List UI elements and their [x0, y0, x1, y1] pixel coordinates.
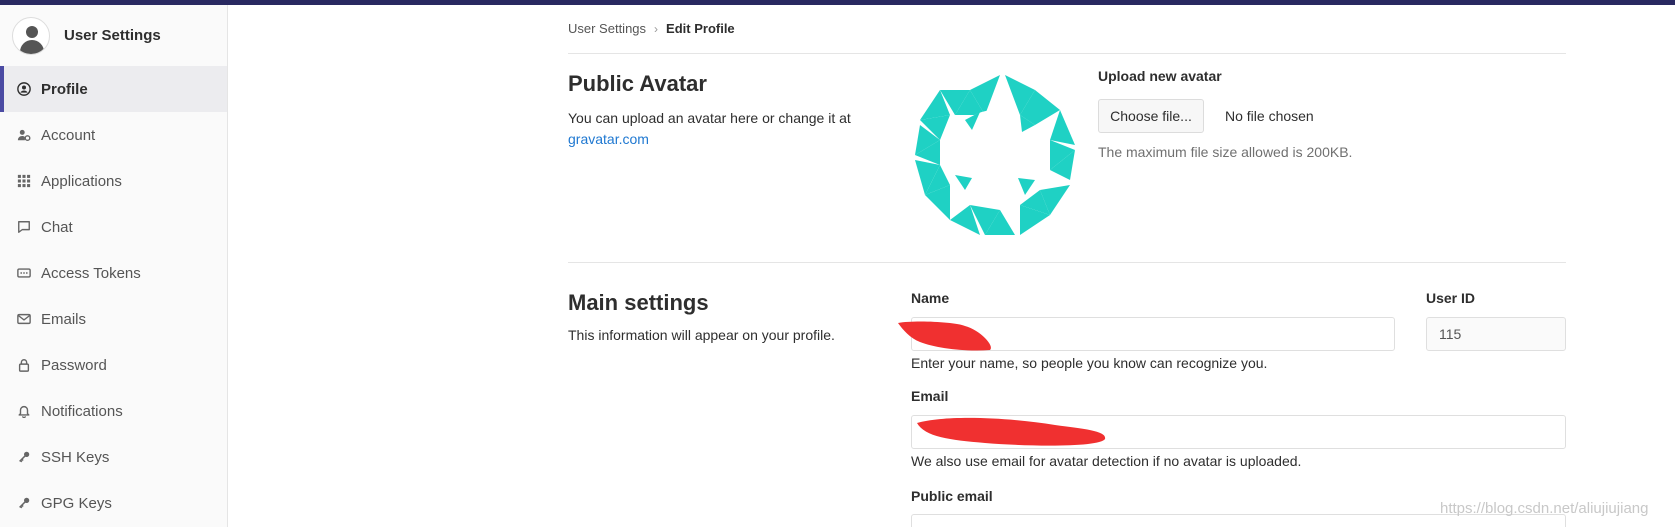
sidebar-item-label: Access Tokens: [41, 264, 141, 282]
sidebar-item-password[interactable]: Password: [0, 342, 227, 388]
sidebar-item-account[interactable]: Account: [0, 112, 227, 158]
sidebar-item-label: GPG Keys: [41, 494, 112, 512]
divider: [568, 262, 1566, 263]
user-avatar-icon: [12, 16, 50, 55]
public-avatar-title: Public Avatar: [568, 71, 707, 96]
sidebar-item-label: Notifications: [41, 402, 123, 420]
account-icon: [16, 127, 32, 143]
redaction-mark: [917, 417, 1106, 446]
profile-icon: [16, 81, 32, 97]
gpg-keys-icon: [16, 495, 32, 511]
user-id-field: 115: [1426, 317, 1566, 351]
sidebar-item-ssh-keys[interactable]: SSH Keys: [0, 434, 227, 480]
sidebar-item-label: Password: [41, 356, 107, 374]
sidebar-item-label: Profile: [41, 80, 88, 98]
public-email-label: Public email: [911, 488, 993, 504]
access-tokens-icon: [16, 265, 32, 281]
public-avatar-description: You can upload an avatar here or change …: [568, 108, 868, 150]
settings-sidebar: User Settings Profile Account Applicatio…: [0, 5, 228, 527]
sidebar-nav: Profile Account Applications Chat Access…: [0, 66, 227, 526]
chat-icon: [16, 219, 32, 235]
sidebar-title: User Settings: [64, 27, 161, 44]
name-label: Name: [911, 290, 950, 306]
chevron-right-icon: ›: [654, 21, 659, 36]
redaction-mark: [898, 321, 991, 351]
sidebar-item-label: Applications: [41, 172, 122, 190]
sidebar-item-label: Emails: [41, 310, 87, 328]
notifications-icon: [16, 403, 32, 419]
public-avatar-desc-text: You can upload an avatar here or change …: [568, 110, 851, 126]
top-navbar: [0, 0, 1675, 5]
sidebar-item-emails[interactable]: Emails: [0, 296, 227, 342]
max-file-size-help: The maximum file size allowed is 200KB.: [1098, 144, 1353, 160]
applications-icon: [16, 173, 32, 189]
upload-avatar-label: Upload new avatar: [1098, 68, 1222, 84]
sidebar-item-chat[interactable]: Chat: [0, 204, 227, 250]
password-icon: [16, 357, 32, 373]
sidebar-header[interactable]: User Settings: [0, 5, 227, 66]
sidebar-item-gpg-keys[interactable]: GPG Keys: [0, 480, 227, 526]
sidebar-item-notifications[interactable]: Notifications: [0, 388, 227, 434]
main-settings-title: Main settings: [568, 290, 709, 315]
sidebar-item-profile[interactable]: Profile: [0, 66, 227, 112]
ssh-keys-icon: [16, 449, 32, 465]
watermark-text: https://blog.csdn.net/aliujiujiang: [1440, 500, 1649, 517]
breadcrumb: User Settings › Edit Profile: [568, 21, 735, 36]
emails-icon: [16, 311, 32, 327]
divider: [568, 53, 1566, 54]
no-file-chosen-text: No file chosen: [1225, 108, 1314, 124]
main-settings-description: This information will appear on your pro…: [568, 327, 835, 343]
email-help-text: We also use email for avatar detection i…: [911, 453, 1302, 469]
sidebar-item-label: Account: [41, 126, 96, 144]
breadcrumb-edit-profile[interactable]: Edit Profile: [666, 21, 735, 36]
sidebar-item-label: SSH Keys: [41, 448, 110, 466]
gravatar-link[interactable]: gravatar.com: [568, 131, 649, 147]
email-label: Email: [911, 388, 949, 404]
sidebar-item-label: Chat: [41, 218, 73, 236]
name-help-text: Enter your name, so people you know can …: [911, 355, 1268, 371]
identicon-avatar: [915, 75, 1075, 235]
user-id-label: User ID: [1426, 290, 1476, 306]
sidebar-item-access-tokens[interactable]: Access Tokens: [0, 250, 227, 296]
sidebar-item-applications[interactable]: Applications: [0, 158, 227, 204]
breadcrumb-user-settings[interactable]: User Settings: [568, 21, 646, 36]
choose-file-button[interactable]: Choose file...: [1098, 99, 1204, 133]
